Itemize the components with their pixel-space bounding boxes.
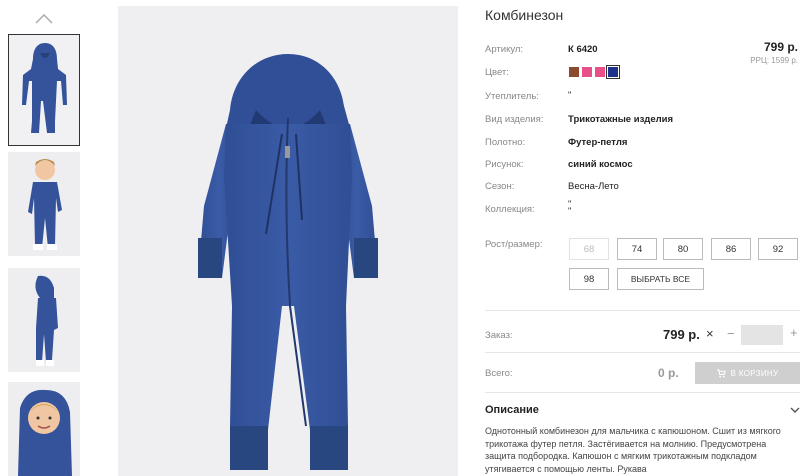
times-icon: × — [706, 326, 714, 341]
divider — [485, 352, 800, 353]
select-all-sizes-button[interactable]: ВЫБРАТЬ ВСЕ — [617, 268, 704, 290]
chevron-down-icon[interactable] — [790, 406, 800, 414]
attr-label-color: Цвет: — [485, 67, 509, 78]
size-option-68: 68 — [569, 238, 609, 260]
description-text: Однотонный комбинезон для мальчика с кап… — [485, 426, 781, 474]
quantity-input[interactable] — [741, 325, 783, 345]
rrp-price: РРЦ: 1599 р. — [750, 56, 798, 65]
total-value: 0 р. — [658, 366, 679, 380]
thumbnail-1[interactable] — [8, 34, 80, 146]
total-label: Всего: — [485, 368, 513, 379]
color-swatch[interactable] — [569, 67, 579, 77]
add-to-cart-button[interactable]: В КОРЗИНУ — [695, 362, 800, 384]
size-option-98[interactable]: 98 — [569, 268, 609, 290]
attr-value-pattern: синий космос — [568, 159, 633, 170]
chevron-up-icon[interactable] — [34, 12, 54, 24]
attr-label-article: Артикул: — [485, 44, 524, 55]
attr-label-season: Сезон: — [485, 181, 515, 192]
order-price: 799 р. — [663, 327, 700, 342]
description-title: Описание — [485, 404, 539, 416]
size-option-80[interactable]: 80 — [663, 238, 703, 260]
thumbnail-gallery — [0, 0, 88, 476]
attr-value-type: Трикотажные изделия — [568, 114, 674, 125]
quantity-increase-button[interactable]: + — [790, 325, 798, 340]
attr-label-fabric: Полотно: — [485, 137, 526, 148]
color-swatch[interactable] — [595, 67, 605, 77]
attr-label-pattern: Рисунок: — [485, 159, 524, 170]
main-product-image: crockid — [118, 6, 458, 476]
order-label: Заказ: — [485, 330, 513, 341]
divider — [485, 392, 800, 393]
thumbnail-2[interactable] — [8, 152, 80, 256]
size-option-86[interactable]: 86 — [711, 238, 751, 260]
color-swatch[interactable] — [582, 67, 592, 77]
attr-label-collection: Коллекция: — [485, 204, 535, 215]
sizes-label: Рост/размер: — [485, 239, 543, 250]
divider — [485, 310, 800, 311]
size-option-74[interactable]: 74 — [617, 238, 657, 260]
cart-icon — [716, 368, 726, 378]
size-option-92[interactable]: 92 — [758, 238, 798, 260]
product-details: Комбинезон 799 р. РРЦ: 1599 р. Артикул: … — [485, 0, 800, 476]
product-title: Комбинезон — [485, 7, 564, 23]
quantity-decrease-button[interactable]: − — [727, 326, 735, 341]
attr-value-season: Весна-Лето — [568, 181, 619, 192]
attr-value-article: К 6420 — [568, 44, 598, 55]
color-swatch-selected[interactable] — [606, 65, 620, 79]
attr-value-fabric: Футер-петля — [568, 137, 628, 148]
attr-label-insulation: Утеплитель: — [485, 91, 539, 102]
product-price: 799 р. — [763, 40, 798, 54]
thumbnail-4[interactable] — [8, 382, 80, 476]
color-swatches — [569, 65, 621, 79]
attr-value-collection: " " — [568, 199, 572, 217]
thumbnail-3[interactable] — [8, 268, 80, 372]
add-to-cart-label: В КОРЗИНУ — [730, 368, 779, 378]
attr-label-type: Вид изделия: — [485, 114, 544, 125]
attr-value-insulation: " — [568, 90, 572, 101]
